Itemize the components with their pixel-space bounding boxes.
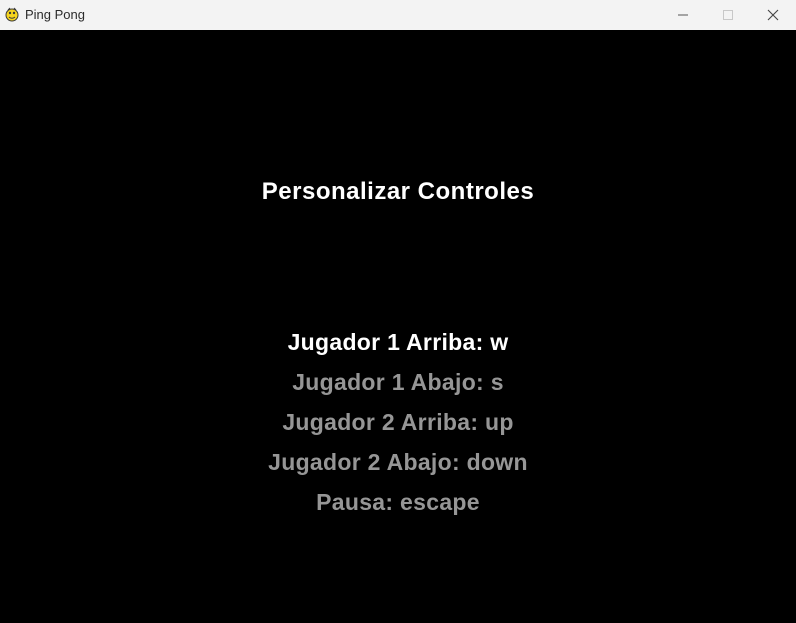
controls-menu: Jugador 1 Arriba: w Jugador 1 Abajo: s J… xyxy=(0,326,796,526)
game-window: Ping Pong Personalizar Controles Jugador… xyxy=(0,0,796,623)
control-option-p1-up[interactable]: Jugador 1 Arriba: w xyxy=(0,326,796,366)
pygame-snake-icon xyxy=(4,6,20,22)
control-option-pause[interactable]: Pausa: escape xyxy=(0,486,796,526)
game-canvas[interactable]: Personalizar Controles Jugador 1 Arriba:… xyxy=(0,30,796,623)
close-button[interactable] xyxy=(750,0,795,30)
screen-title: Personalizar Controles xyxy=(261,178,535,205)
close-icon xyxy=(767,9,779,21)
minimize-button[interactable] xyxy=(660,0,705,30)
control-option-p1-down[interactable]: Jugador 1 Abajo: s xyxy=(0,366,796,406)
title-bar[interactable]: Ping Pong xyxy=(0,0,796,30)
maximize-icon xyxy=(722,10,733,20)
window-title: Ping Pong xyxy=(25,7,85,22)
minimize-icon xyxy=(677,10,688,20)
maximize-button[interactable] xyxy=(705,0,750,30)
control-option-p2-up[interactable]: Jugador 2 Arriba: up xyxy=(0,406,796,446)
control-option-p2-down[interactable]: Jugador 2 Abajo: down xyxy=(0,446,796,486)
